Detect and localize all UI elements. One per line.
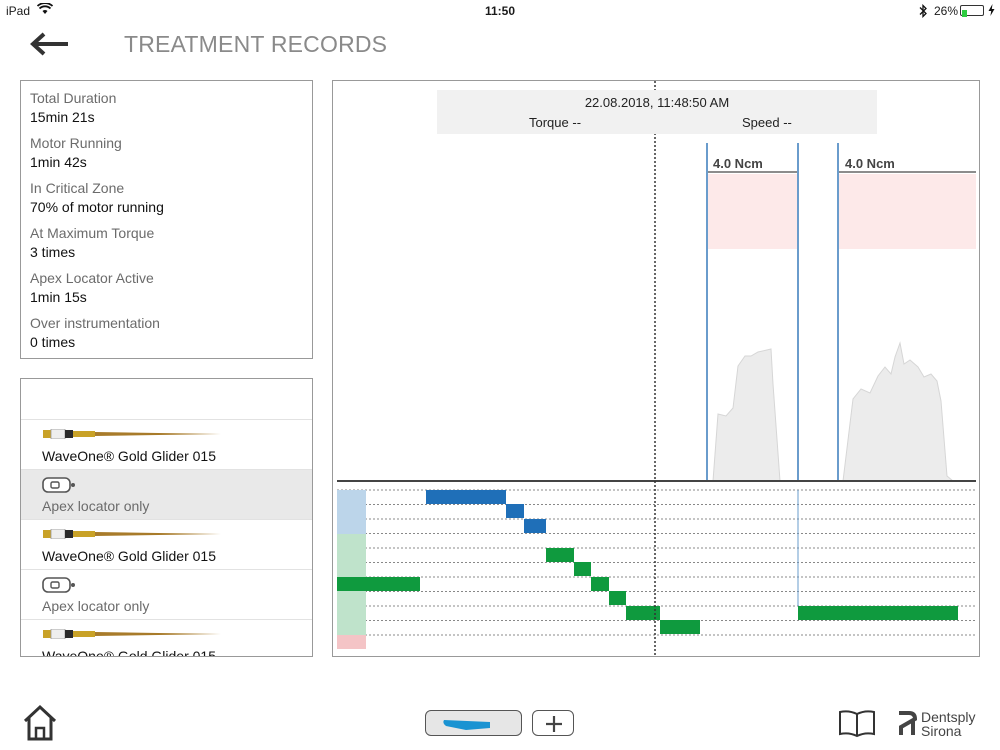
file-instrument-icon (43, 529, 221, 539)
brand-name-line1: Dentsply (921, 709, 976, 725)
torque-curve-1 (712, 348, 781, 482)
summary-stat: Apex Locator Active 1min 15s (30, 269, 303, 307)
cursor-info-box: 22.08.2018, 11:48:50 AM Torque -- Speed … (437, 90, 877, 134)
battery-percent: 26% (934, 4, 959, 18)
list-top-spacer (21, 379, 312, 420)
stat-value: 1min 42s (30, 154, 87, 170)
summary-stat: In Critical Zone 70% of motor running (30, 179, 303, 217)
handpiece-icon (443, 720, 490, 730)
brand-mark-icon (899, 711, 917, 735)
list-item-apex-locator[interactable]: Apex locator only (21, 570, 312, 620)
torque-limit-label-2: 4.0 Ncm (845, 156, 895, 171)
speed-bar-4 (546, 548, 574, 562)
list-item-label: Apex locator only (42, 598, 150, 614)
stat-value: 1min 15s (30, 289, 87, 305)
torque-value: -- (572, 115, 582, 130)
list-item-file[interactable]: WaveOne® Gold Glider 015 (21, 620, 312, 657)
battery-icon (960, 5, 984, 17)
stat-label: At Maximum Torque (30, 225, 155, 241)
speed-bar-6 (591, 577, 609, 591)
plus-icon (546, 716, 562, 732)
back-arrow-icon[interactable] (28, 30, 72, 58)
torque-label: Torque (529, 115, 569, 130)
page-title: TREATMENT RECORDS (124, 31, 388, 57)
speed-bar-1 (426, 490, 506, 504)
torque-curve-2 (842, 341, 955, 482)
speed-bar-10 (337, 577, 420, 591)
list-item-label: WaveOne® Gold Glider 015 (42, 548, 216, 564)
apex-locator-icon (42, 477, 75, 493)
lane-legend-blue (337, 490, 366, 534)
speed-label: Speed (742, 115, 780, 130)
list-item-label: Apex locator only (42, 498, 150, 514)
torque-timeline-chart[interactable]: 22.08.2018, 11:48:50 AM Torque -- Speed … (332, 80, 980, 657)
apex-locator-icon (42, 577, 75, 593)
file-instrument-icon (43, 429, 221, 439)
cursor-speed: Speed -- (742, 115, 792, 130)
brand-name-line2: Sirona (921, 723, 962, 739)
critical-zone-1 (708, 174, 798, 249)
manual-book-icon[interactable] (838, 708, 876, 738)
stat-value: 0 times (30, 334, 76, 350)
status-bar: iPad 11:50 26% (0, 0, 1000, 22)
stat-label: Apex Locator Active (30, 270, 154, 286)
cursor-torque: Torque -- (529, 115, 581, 130)
treatment-summary-panel: Total Duration 15min 21s Motor Running 1min… (20, 80, 313, 359)
list-item-apex-locator[interactable]: Apex locator only (21, 470, 312, 520)
stat-value: 70% of motor running (30, 199, 164, 215)
file-instrument-icon (43, 629, 221, 639)
charging-bolt-icon (988, 4, 995, 19)
cursor-datetime: 22.08.2018, 11:48:50 AM (584, 95, 730, 110)
summary-stat: Motor Running 1min 42s (30, 134, 303, 172)
summary-stat: Over instrumentation 0 times (30, 314, 303, 352)
summary-stat: At Maximum Torque 3 times (30, 224, 303, 262)
stat-label: In Critical Zone (30, 180, 125, 196)
lane-legend-red (337, 635, 366, 649)
list-item-label: WaveOne® Gold Glider 015 (42, 648, 216, 657)
list-item-file[interactable]: WaveOne® Gold Glider 015 (21, 520, 312, 570)
instrument-list[interactable]: WaveOne® Gold Glider 015 Apex locator onl… (20, 378, 313, 657)
app-screen: iPad 11:50 26% TREATMENT RECORDS Total D… (0, 0, 1000, 750)
home-icon[interactable] (22, 704, 58, 742)
stat-label: Motor Running (30, 135, 122, 151)
list-item-file[interactable]: WaveOne® Gold Glider 015 (21, 420, 312, 470)
add-button[interactable] (532, 710, 574, 736)
stat-label: Over instrumentation (30, 315, 160, 331)
stat-value: 3 times (30, 244, 76, 260)
speed-bar-11 (798, 606, 958, 620)
torque-limit-label-1: 4.0 Ncm (713, 156, 763, 171)
stat-value: 15min 21s (30, 109, 95, 125)
summary-stat: Total Duration 15min 21s (30, 89, 303, 127)
speed-value: -- (783, 115, 792, 130)
speed-bar-5 (574, 562, 591, 576)
speed-bar-7 (609, 591, 626, 605)
critical-zone-2 (839, 174, 976, 249)
motor-handpiece-button[interactable] (425, 710, 522, 736)
list-item-label: WaveOne® Gold Glider 015 (42, 448, 216, 464)
dentsply-sirona-logo: Dentsply Sirona (895, 709, 990, 739)
speed-bar-3 (524, 519, 546, 533)
stat-label: Total Duration (30, 90, 117, 106)
speed-bar-2 (506, 504, 524, 518)
bluetooth-icon (918, 3, 928, 21)
speed-bar-9 (660, 620, 700, 634)
clock: 11:50 (484, 4, 516, 18)
